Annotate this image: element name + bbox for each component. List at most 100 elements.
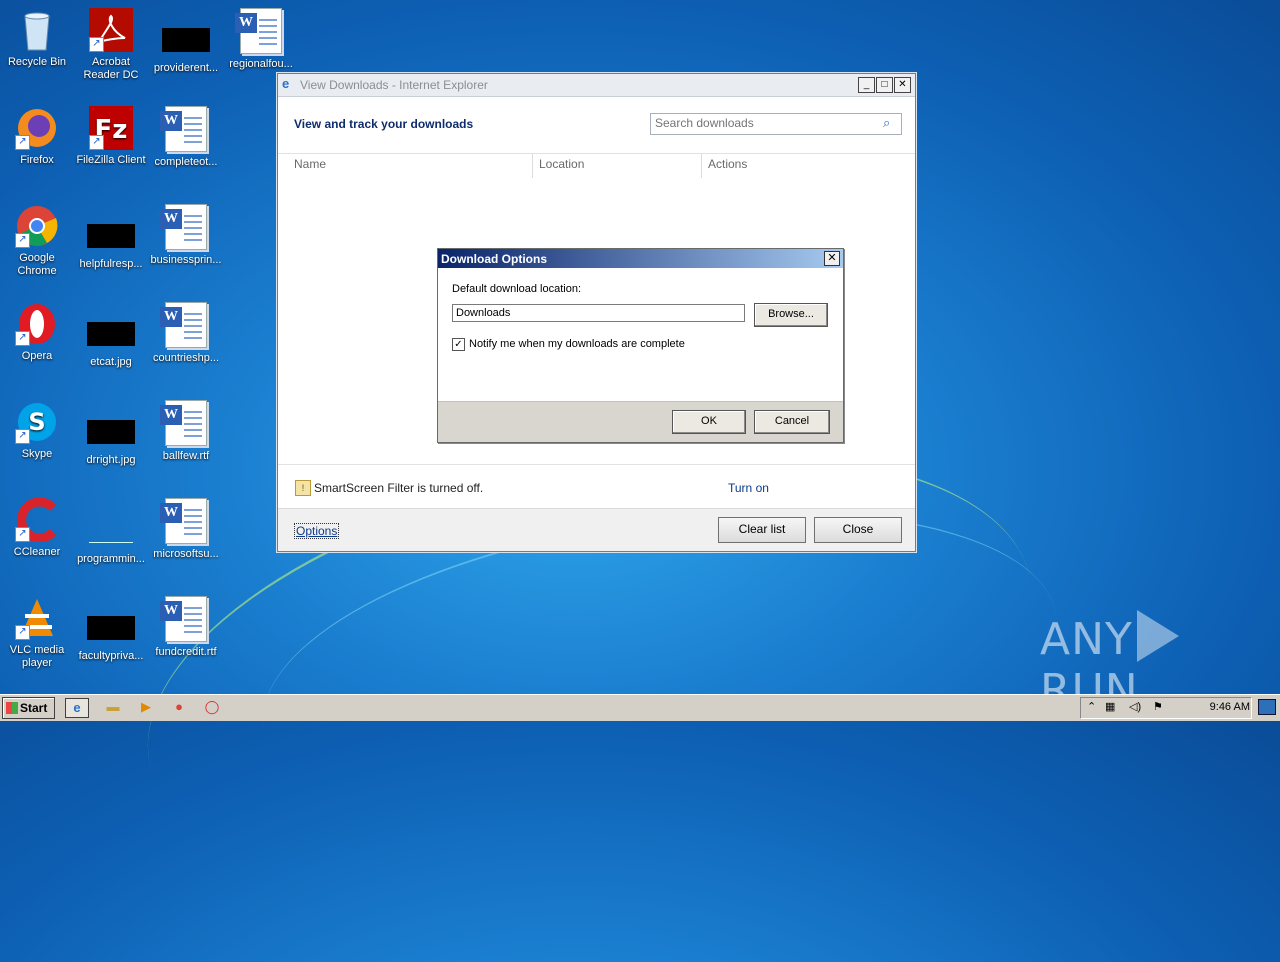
desktop-icon-label: providerent... (153, 62, 219, 74)
close-button[interactable]: Close (814, 517, 902, 543)
column-header-location[interactable]: Location (532, 154, 584, 178)
desktop-icon-label: Opera (21, 350, 53, 362)
desktop-icon-firefox[interactable]: ↗ Firefox (0, 106, 74, 167)
desktop-icon-businessprin[interactable]: W businessprin... (149, 204, 223, 267)
windows-logo-icon (6, 702, 18, 714)
desktop-icon-label: completeot... (154, 156, 218, 168)
search-icon[interactable]: ⌕ (883, 116, 897, 130)
desktop-icon-facultypriva[interactable]: facultypriva... (74, 606, 148, 663)
word-document-icon: W (235, 8, 282, 54)
desktop-icon-label: microsoftsu... (153, 548, 219, 560)
shortcut-arrow-icon: ↗ (15, 331, 30, 346)
downloads-header: View and track your downloads ⌕ (278, 97, 915, 154)
clear-list-button[interactable]: Clear list (718, 517, 806, 543)
network-icon[interactable]: ▦ (1105, 700, 1115, 713)
desktop-icon-label: programmin... (77, 553, 145, 565)
desktop-icon-acrobat[interactable]: ↗ Acrobat Reader DC (74, 8, 148, 82)
volume-icon[interactable]: ◁) (1129, 700, 1141, 713)
desktop-icon-etcat[interactable]: etcat.jpg (74, 312, 148, 369)
desktop-icon-ccleaner[interactable]: ↗ CCleaner (0, 497, 74, 559)
desktop-icon-skype[interactable]: S ↗ Skype (0, 400, 74, 461)
taskbar-clock[interactable]: 9:46 AM (1210, 701, 1250, 713)
desktop-icon-label: fundcredit.rtf (155, 646, 217, 658)
dialog-title: Download Options (441, 252, 547, 266)
taskbar-internet-explorer-icon[interactable]: e (65, 698, 89, 718)
shortcut-arrow-icon: ↗ (15, 527, 30, 542)
tray-expand-icon[interactable]: ⌃ (1087, 700, 1096, 713)
desktop-icon-label: CCleaner (13, 546, 61, 558)
image-thumbnail (87, 224, 135, 248)
desktop-icon-countrieshp[interactable]: W countrieshp... (149, 302, 223, 365)
downloads-column-headers: Name Location Actions (278, 154, 915, 178)
desktop-icon-label: Acrobat Reader DC (83, 56, 139, 81)
cancel-button[interactable]: Cancel (754, 410, 830, 434)
firefox-icon: ↗ (15, 106, 59, 150)
taskbar-chrome-icon[interactable]: ● (168, 698, 190, 716)
desktop-icon-providerent[interactable]: providerent... (149, 18, 223, 75)
opera-icon: ↗ (15, 302, 59, 346)
desktop-icon-drright[interactable]: drright.jpg (74, 410, 148, 467)
show-desktop-icon[interactable] (1258, 699, 1276, 715)
image-thumbnail (87, 616, 135, 640)
desktop-icon-label: etcat.jpg (90, 356, 132, 368)
dialog-titlebar[interactable]: Download Options ✕ (438, 249, 843, 268)
desktop-icon-programmin[interactable]: programmin... (74, 508, 148, 566)
desktop-icon-label: regionalfou... (229, 58, 293, 70)
start-button[interactable]: Start (2, 697, 55, 719)
desktop-icon-filezilla[interactable]: Fz ↗ FileZilla Client (74, 106, 148, 167)
notify-checkbox-label[interactable]: Notify me when my downloads are complete (469, 338, 685, 350)
smartscreen-status: SmartScreen Filter is turned off. (314, 481, 484, 495)
turn-on-link[interactable]: Turn on (728, 481, 769, 495)
chrome-icon: ↗ (15, 204, 59, 248)
window-titlebar[interactable]: e View Downloads - Internet Explorer _ □… (278, 74, 915, 97)
taskbar-explorer-folder-icon[interactable]: ▬ (102, 698, 124, 716)
start-label: Start (20, 701, 48, 715)
image-thumbnail (162, 28, 210, 52)
image-thumbnail (87, 420, 135, 444)
close-window-button[interactable]: ✕ (894, 77, 911, 93)
desktop-icon-recycle-bin[interactable]: Recycle Bin (0, 8, 74, 69)
smartscreen-bar: ! SmartScreen Filter is turned off. Turn… (278, 464, 915, 510)
desktop-icon-label: facultypriva... (78, 650, 144, 662)
desktop-icon-vlc[interactable]: ↗ VLC media player (0, 596, 74, 670)
notify-checkbox[interactable]: ✓ (452, 338, 465, 351)
internet-explorer-icon: e (282, 76, 290, 91)
desktop-icon-helpfulresp[interactable]: helpfulresp... (74, 214, 148, 271)
window-footer: Options Clear list Close (278, 508, 915, 551)
action-center-flag-icon[interactable]: ⚑ (1153, 700, 1163, 713)
desktop-icon-label: helpfulresp... (79, 258, 143, 270)
desktop-icon-completeot[interactable]: W completeot... (149, 106, 223, 169)
vlc-icon: ↗ (15, 596, 59, 640)
column-header-actions[interactable]: Actions (701, 154, 747, 178)
image-thumbnail (87, 322, 135, 346)
desktop-icon-label: FileZilla Client (76, 154, 146, 166)
desktop-icon-regionalfou[interactable]: W regionalfou... (224, 8, 298, 71)
taskbar-opera-icon[interactable]: ◯ (201, 698, 223, 716)
minimize-button[interactable]: _ (858, 77, 875, 93)
search-input[interactable] (651, 114, 879, 132)
ok-button[interactable]: OK (672, 410, 746, 434)
desktop-icon-chrome[interactable]: ↗ Google Chrome (0, 204, 74, 278)
maximize-button[interactable]: □ (876, 77, 893, 93)
desktop-icon-opera[interactable]: ↗ Opera (0, 302, 74, 363)
desktop-icon-microsoftsu[interactable]: W microsoftsu... (149, 498, 223, 561)
desktop-icon-label: businessprin... (150, 254, 222, 266)
shortcut-arrow-icon: ↗ (15, 429, 30, 444)
download-location-field[interactable] (452, 304, 745, 322)
shortcut-arrow-icon: ↗ (89, 135, 104, 150)
desktop-icon-ballfew[interactable]: W ballfew.rtf (149, 400, 223, 463)
image-thumbnail (89, 518, 133, 543)
word-document-icon: W (160, 400, 207, 446)
column-header-name[interactable]: Name (288, 154, 326, 178)
options-link[interactable]: Options (294, 523, 340, 539)
desktop-icon-label: Google Chrome (17, 252, 57, 277)
dialog-close-button[interactable]: ✕ (824, 251, 840, 266)
search-box[interactable]: ⌕ (650, 113, 902, 135)
desktop-icon-fundcredit[interactable]: W fundcredit.rtf (149, 596, 223, 659)
shortcut-arrow-icon: ↗ (15, 625, 30, 640)
skype-icon: S ↗ (15, 400, 59, 444)
taskbar-media-player-icon[interactable]: ▶ (135, 698, 157, 716)
browse-button[interactable]: Browse... (754, 303, 828, 327)
shortcut-arrow-icon: ↗ (89, 37, 104, 52)
play-logo-icon (1136, 610, 1179, 662)
